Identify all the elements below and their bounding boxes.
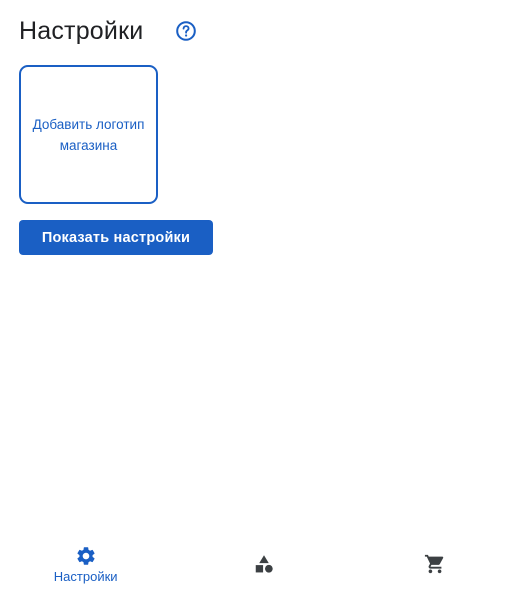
cart-icon xyxy=(423,552,447,576)
nav-item-cart[interactable] xyxy=(350,532,521,596)
page-title: Настройки xyxy=(19,17,144,45)
settings-screen: Настройки Добавить логотип магазина Пока… xyxy=(0,0,521,596)
nav-item-settings[interactable]: Настройки xyxy=(0,532,178,596)
show-settings-button[interactable]: Показать настройки xyxy=(19,220,213,255)
page-header: Настройки xyxy=(19,14,197,48)
nav-item-products[interactable] xyxy=(178,532,349,596)
add-logo-button[interactable]: Добавить логотип магазина xyxy=(19,65,158,204)
help-circle-icon xyxy=(176,21,197,41)
nav-label-settings: Настройки xyxy=(53,568,118,584)
shapes-icon xyxy=(252,552,276,576)
bottom-navigation: Настройки xyxy=(0,532,521,596)
help-button[interactable] xyxy=(175,20,197,42)
gear-icon xyxy=(74,544,98,568)
add-logo-label: Добавить логотип магазина xyxy=(32,116,145,153)
